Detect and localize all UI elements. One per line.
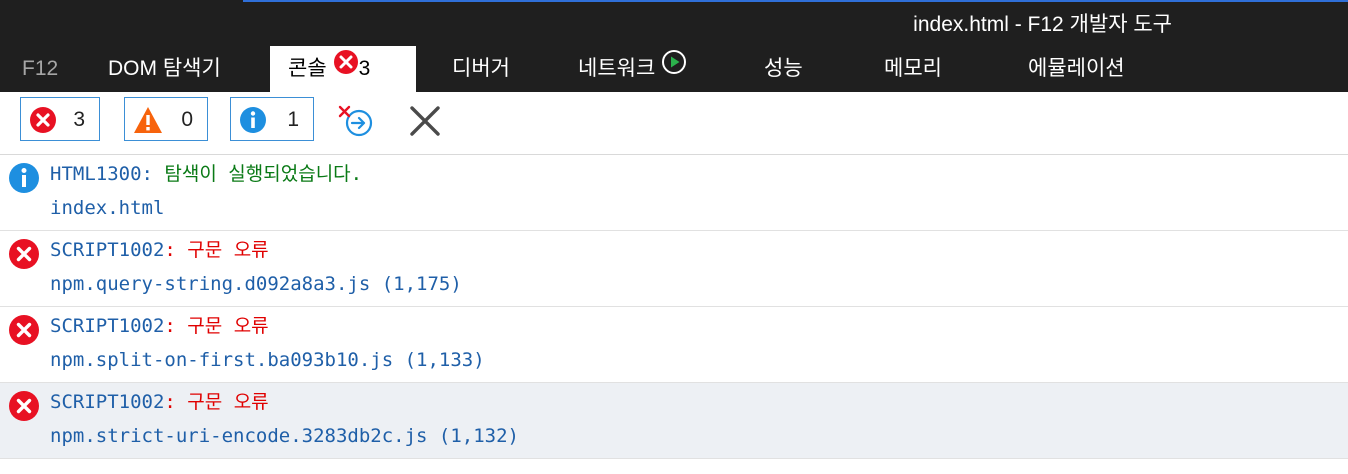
message-separator: : [164,315,176,337]
errors-filter-button[interactable]: 3 [20,97,100,141]
tab-dom-explorer[interactable]: DOM 탐색기 [108,46,221,92]
error-badge-icon [333,46,359,92]
window-title: index.html - F12 개발자 도구 [913,13,1172,36]
message-text: SCRIPT1002: 구문 오류 [50,311,269,338]
tab-network[interactable]: 네트워크 [578,46,687,92]
message-text: HTML1300: 탐색이 실행되었습니다. [50,159,362,186]
message-code: SCRIPT1002 [50,391,165,413]
warning-icon [133,106,163,138]
message-code: HTML1300 [50,163,142,185]
message-code: SCRIPT1002 [50,315,165,337]
message-text: SCRIPT1002: 구문 오류 [50,387,269,414]
tab-console-error-count: 3 [358,57,371,80]
tab-debugger[interactable]: 디버거 [452,46,510,92]
message-body: 구문 오류 [187,239,269,261]
message-separator: : [164,391,176,413]
console-message[interactable]: HTML1300: 탐색이 실행되었습니다. index.html [0,155,1348,231]
error-icon [8,314,40,350]
tab-memory[interactable]: 메모리 [884,46,942,92]
info-icon [239,106,267,138]
warnings-count: 0 [181,108,193,131]
message-separator: : [164,239,176,261]
error-icon [8,390,40,426]
title-accent-line [243,0,1348,2]
clear-console-icon[interactable] [408,104,442,142]
message-source-link[interactable]: npm.strict-uri-encode.3283db2c.js (1,132… [50,425,519,447]
message-separator: : [141,163,153,185]
message-body: 구문 오류 [187,391,269,413]
console-message[interactable]: SCRIPT1002: 구문 오류 npm.strict-uri-encode.… [0,383,1348,459]
info-filter-button[interactable]: 1 [230,97,314,141]
errors-count: 3 [73,108,85,131]
console-message[interactable]: SCRIPT1002: 구문 오류 npm.query-string.d092a… [0,231,1348,307]
tab-emulation[interactable]: 에뮬레이션 [1028,46,1125,92]
error-icon [8,238,40,274]
message-source-link[interactable]: npm.split-on-first.ba093b10.js (1,133) [50,349,485,371]
error-icon [29,106,57,138]
console-message[interactable]: SCRIPT1002: 구문 오류 npm.split-on-first.ba0… [0,307,1348,383]
message-code: SCRIPT1002 [50,239,165,261]
tab-bar: F12 DOM 탐색기 콘솔 3 디버거 네트워크 성능 메모리 에뮬레이션 [0,46,1348,92]
tab-network-label: 네트워크 [578,57,656,80]
message-source-link[interactable]: npm.query-string.d092a8a3.js (1,175) [50,273,462,295]
tab-console-label: 콘솔 [288,57,327,80]
title-bar: index.html - F12 개발자 도구 [0,0,1348,46]
info-count: 1 [287,108,299,131]
console-toolbar: 3 0 1 [0,92,1348,155]
message-body: 구문 오류 [187,315,269,337]
warnings-filter-button[interactable]: 0 [124,97,208,141]
tab-console[interactable]: 콘솔 3 [270,46,416,92]
tab-f12[interactable]: F12 [22,46,58,92]
info-icon [8,162,40,198]
message-body: 탐색이 실행되었습니다. [164,163,363,185]
message-text: SCRIPT1002: 구문 오류 [50,235,269,262]
tab-performance[interactable]: 성능 [764,46,803,92]
clear-on-navigate-icon[interactable] [336,104,376,144]
play-circle-icon [661,46,687,92]
message-source-link[interactable]: index.html [50,197,164,219]
